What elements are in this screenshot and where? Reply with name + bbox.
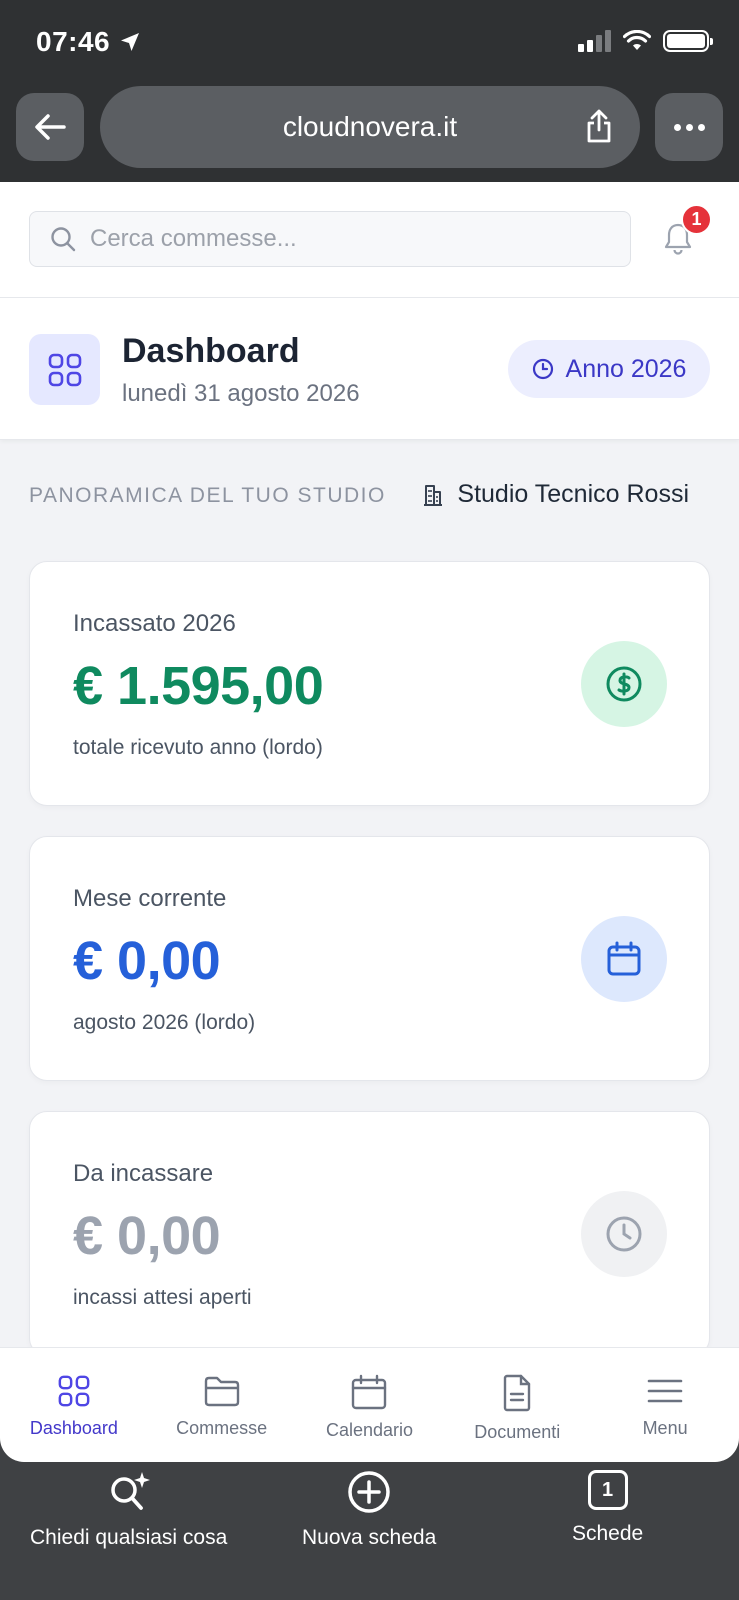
search-sparkle-icon (110, 1472, 150, 1510)
tab-documenti[interactable]: Documenti (443, 1348, 591, 1462)
dot-icon (685, 123, 693, 131)
document-icon (504, 1374, 531, 1412)
calendar-icon (352, 1374, 387, 1410)
tab-label: Commesse (176, 1418, 268, 1438)
page-date: lunedì 31 agosto 2026 (122, 380, 360, 407)
tab-label: Calendario (325, 1420, 414, 1440)
clock-icon (532, 358, 553, 380)
search-input[interactable] (90, 225, 590, 253)
card-note: agosto 2026 (lordo) (73, 1011, 256, 1034)
share-icon (587, 109, 611, 143)
current-month-card[interactable]: Mese corrente € 0,00 agosto 2026 (lordo) (29, 836, 710, 1081)
arrow-left-icon (35, 114, 66, 140)
card-label: Da incassare (73, 1160, 214, 1187)
tab-dashboard[interactable]: Dashboard (0, 1348, 148, 1462)
card-value: € 1.595,00 (73, 656, 324, 716)
url-text: cloudnovera.it (282, 111, 458, 142)
plus-circle-icon (348, 1471, 390, 1513)
share-button[interactable] (584, 108, 614, 149)
overview-row: PANORAMICA DEL TUO STUDIO Studio Tecnico… (0, 440, 739, 552)
dashboard-grid-icon (29, 334, 100, 405)
dot-icon (697, 123, 705, 131)
status-time: 07:46 (36, 26, 142, 58)
card-label: Incassato 2026 (73, 610, 236, 637)
back-button[interactable] (16, 93, 84, 161)
search-icon (51, 227, 76, 252)
tab-label: Menu (642, 1418, 688, 1438)
tabs-label: Schede (572, 1522, 644, 1545)
tabs-count: 1 (602, 1478, 614, 1501)
to-collect-card[interactable]: Da incassare € 0,00 incassi attesi apert… (29, 1111, 710, 1347)
tab-label: Documenti (474, 1422, 561, 1442)
tabs-count-icon: 1 (587, 1470, 628, 1510)
page-title: Dashboard (122, 332, 300, 370)
building-icon (424, 484, 443, 506)
page-header: Dashboard lunedì 31 agosto 2026 Anno 202… (0, 298, 739, 440)
menu-icon (647, 1379, 683, 1403)
dot-icon (673, 123, 681, 131)
search-row: 1 (0, 182, 739, 298)
page-content: 1 Dashboard lunedì 31 agosto 2026 Anno 2… (0, 182, 739, 1347)
year-selector-label: Anno 2026 (565, 354, 687, 383)
calendar-icon (581, 916, 667, 1002)
card-label: Mese corrente (73, 885, 227, 912)
overview-label: PANORAMICA DEL TUO STUDIO (29, 484, 386, 507)
folder-icon (204, 1376, 239, 1407)
tab-menu[interactable]: Menu (591, 1348, 739, 1462)
bottom-tab-bar: Dashboard Commesse Calendario Documenti … (0, 1347, 739, 1462)
studio-name: Studio Tecnico Rossi (421, 480, 689, 509)
card-value: € 0,00 (73, 1206, 221, 1266)
clock-icon (581, 1191, 667, 1277)
tab-commesse[interactable]: Commesse (148, 1348, 296, 1462)
address-bar[interactable]: cloudnovera.it (100, 86, 640, 168)
studio-name-text: Studio Tecnico Rossi (457, 480, 689, 508)
tab-calendario[interactable]: Calendario (296, 1348, 444, 1462)
dollar-icon (581, 641, 667, 727)
battery-icon (663, 30, 713, 52)
cellular-signal-icon (578, 30, 611, 52)
ask-anything-label: Chiedi qualsiasi cosa (30, 1526, 228, 1549)
new-tab-button[interactable]: Nuova scheda (302, 1470, 436, 1550)
tabs-button[interactable]: 1 Schede (572, 1470, 643, 1546)
new-tab-label: Nuova scheda (302, 1526, 437, 1549)
browser-top-chrome: 07:46 cloudnovera.it (0, 0, 739, 182)
status-indicators (578, 30, 713, 52)
ask-anything-button[interactable]: Chiedi qualsiasi cosa (30, 1470, 227, 1550)
more-options-button[interactable] (655, 93, 723, 161)
tab-label: Dashboard (29, 1418, 118, 1438)
clock-text: 07:46 (36, 26, 111, 57)
card-note: totale ricevuto anno (lordo) (73, 736, 323, 759)
wifi-icon (623, 30, 651, 50)
notification-badge: 1 (681, 204, 712, 235)
search-box[interactable] (29, 211, 631, 267)
year-selector-button[interactable]: Anno 2026 (508, 340, 710, 398)
grid-icon (58, 1375, 90, 1407)
card-value: € 0,00 (73, 931, 221, 991)
card-note: incassi attesi aperti (73, 1286, 252, 1309)
income-year-card[interactable]: Incassato 2026 € 1.595,00 totale ricevut… (29, 561, 710, 806)
location-arrow-icon (121, 33, 140, 51)
